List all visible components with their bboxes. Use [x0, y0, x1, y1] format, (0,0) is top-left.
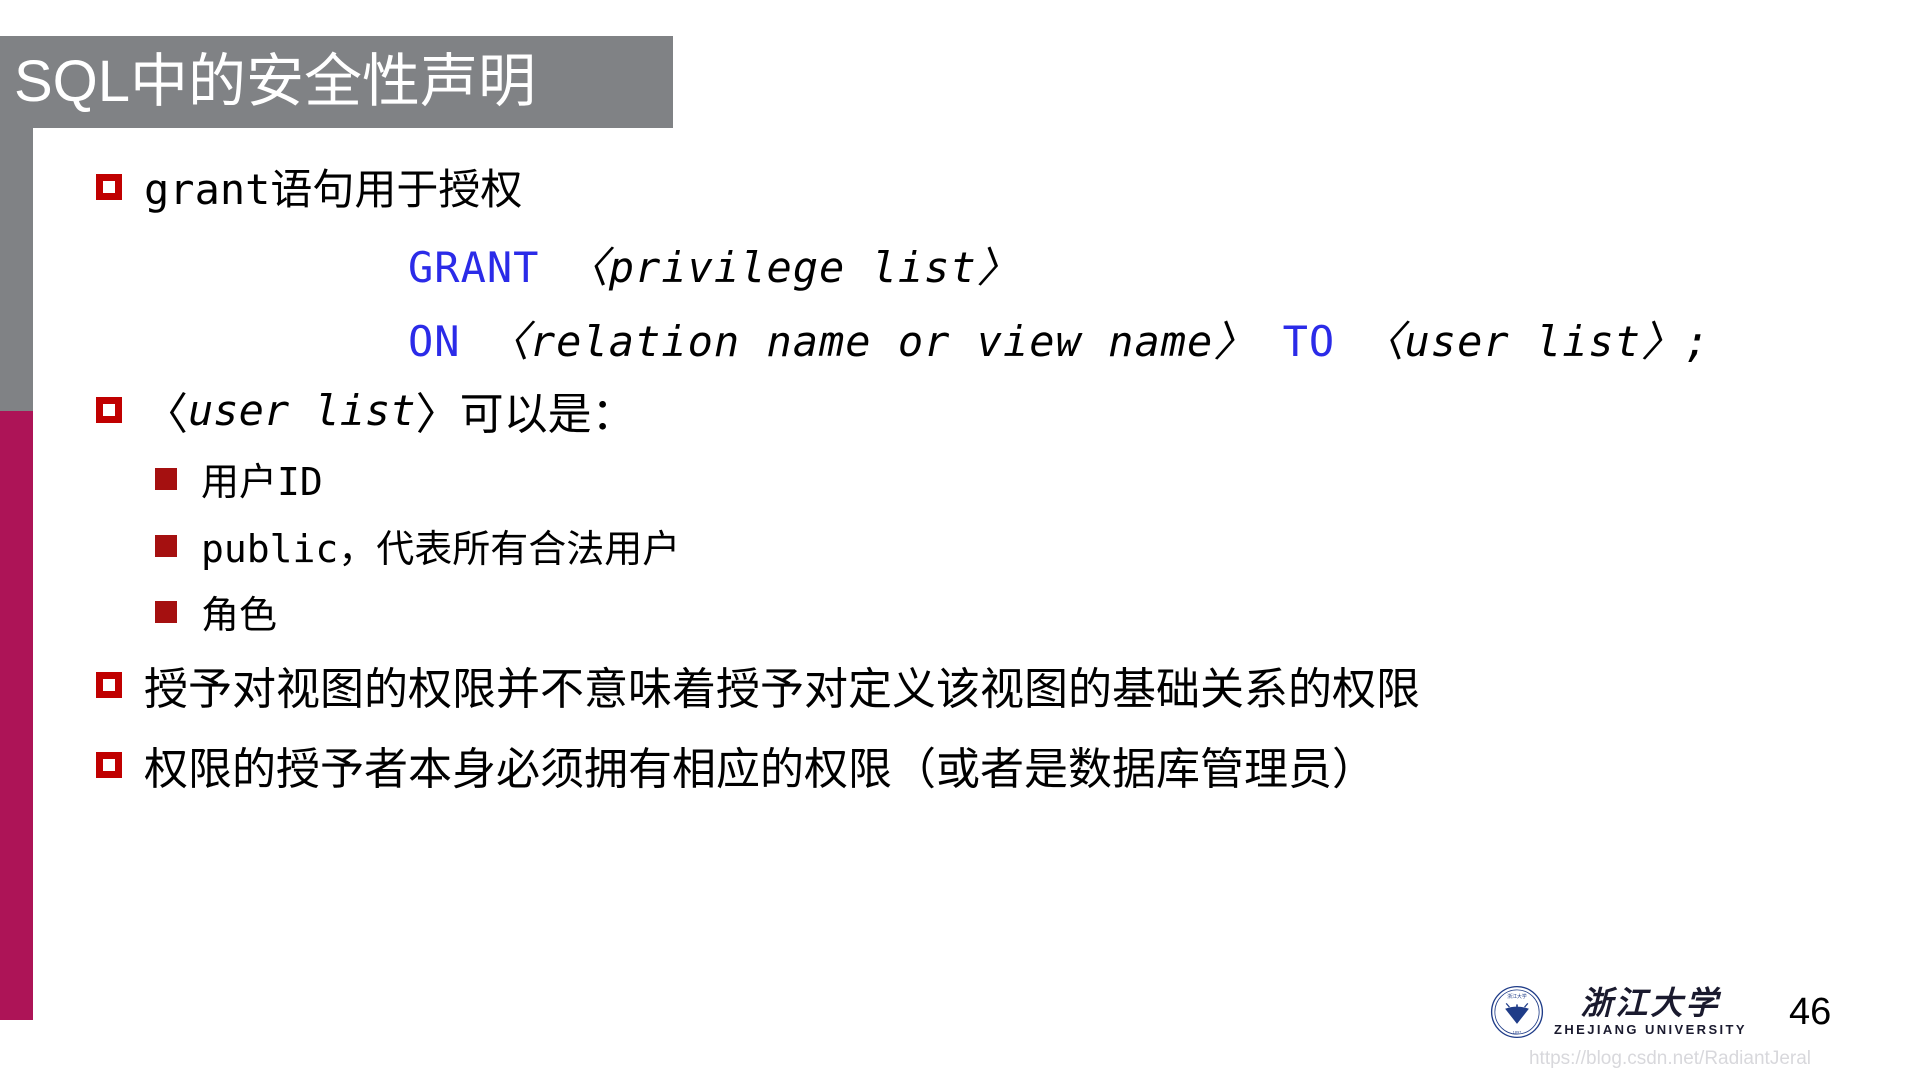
svg-text:浙江大学: 浙江大学	[1507, 993, 1527, 1000]
solid-square-bullet-icon	[155, 534, 177, 557]
solid-square-bullet-icon	[155, 467, 177, 490]
bullet-label: 授予对视图的权限并不意味着授予对定义该视图的基础关系的权限	[144, 664, 1420, 715]
hollow-square-bullet-icon	[96, 397, 122, 423]
bullet-label: grant语句用于授权	[144, 165, 523, 214]
bullet-label-close: 〉	[415, 389, 460, 440]
sql-terminator: ;	[1684, 317, 1711, 366]
sql-placeholder-relation-name: 〈relation name or view name〉	[486, 317, 1257, 366]
university-name-en: ZHEJIANG UNIVERSITY	[1554, 1022, 1747, 1037]
sql-placeholder-privilege-list: 〈privilege list〉	[565, 243, 1020, 292]
slide-body: grant语句用于授权 GRANT 〈privilege list〉 ON 〈r…	[33, 128, 1920, 988]
bullet-label-italic: user list	[188, 385, 416, 435]
bullet-item-grantor-privilege: 权限的授予者本身必须拥有相应的权限（或者是数据库管理员）	[96, 733, 1376, 797]
university-wordmark: 浙江大学 ZHEJIANG UNIVERSITY	[1554, 987, 1747, 1037]
university-name-cn: 浙江大学	[1580, 984, 1721, 1022]
watermark-text: https://blog.csdn.net/RadiantJeral	[1528, 1048, 1812, 1069]
sub-bullet-item-user-id: 用户ID	[155, 451, 323, 506]
solid-square-bullet-icon	[155, 600, 177, 623]
bullet-label-open: 〈	[144, 389, 188, 440]
bullet-item-grant: grant语句用于授权	[96, 156, 522, 217]
sub-bullet-label: public，代表所有合法用户	[201, 527, 681, 571]
sub-bullet-label: 角色	[201, 593, 278, 637]
svg-text:1897: 1897	[1513, 1031, 1521, 1035]
sql-keyword-on: ON	[408, 317, 461, 366]
code-line-on-to: ON 〈relation name or view name〉 TO 〈user…	[408, 308, 1710, 369]
bullet-label-tail: 可以是：	[459, 389, 636, 440]
hollow-square-bullet-icon	[96, 752, 122, 778]
bullet-label: 权限的授予者本身必须拥有相应的权限（或者是数据库管理员）	[144, 744, 1376, 795]
bullet-item-view-privilege: 授予对视图的权限并不意味着授予对定义该视图的基础关系的权限	[96, 653, 1420, 717]
page-title: SQL中的安全性声明	[14, 49, 537, 114]
sql-keyword-grant: GRANT	[408, 243, 540, 292]
bullet-item-user-list: 〈 user list 〉 可以是：	[96, 378, 636, 442]
hollow-square-bullet-icon	[96, 173, 122, 200]
hollow-square-bullet-icon	[96, 672, 122, 698]
sub-bullet-item-public: public，代表所有合法用户	[155, 518, 680, 573]
sub-bullet-label: 用户ID	[201, 460, 323, 504]
sql-placeholder-user-list: 〈user list〉	[1361, 317, 1685, 366]
page-number: 46	[1788, 990, 1832, 1033]
zhejiang-university-seal-icon: 浙江大学 1897	[1490, 985, 1544, 1039]
slide-footer: 浙江大学 1897 浙江大学 ZHEJIANG UNIVERSITY 46	[1490, 985, 1831, 1039]
sub-bullet-item-role: 角色	[155, 584, 277, 639]
sql-keyword-to: TO	[1282, 317, 1336, 366]
left-accent-strip-bottom	[0, 411, 33, 1020]
code-line-grant: GRANT 〈privilege list〉	[408, 234, 1020, 295]
